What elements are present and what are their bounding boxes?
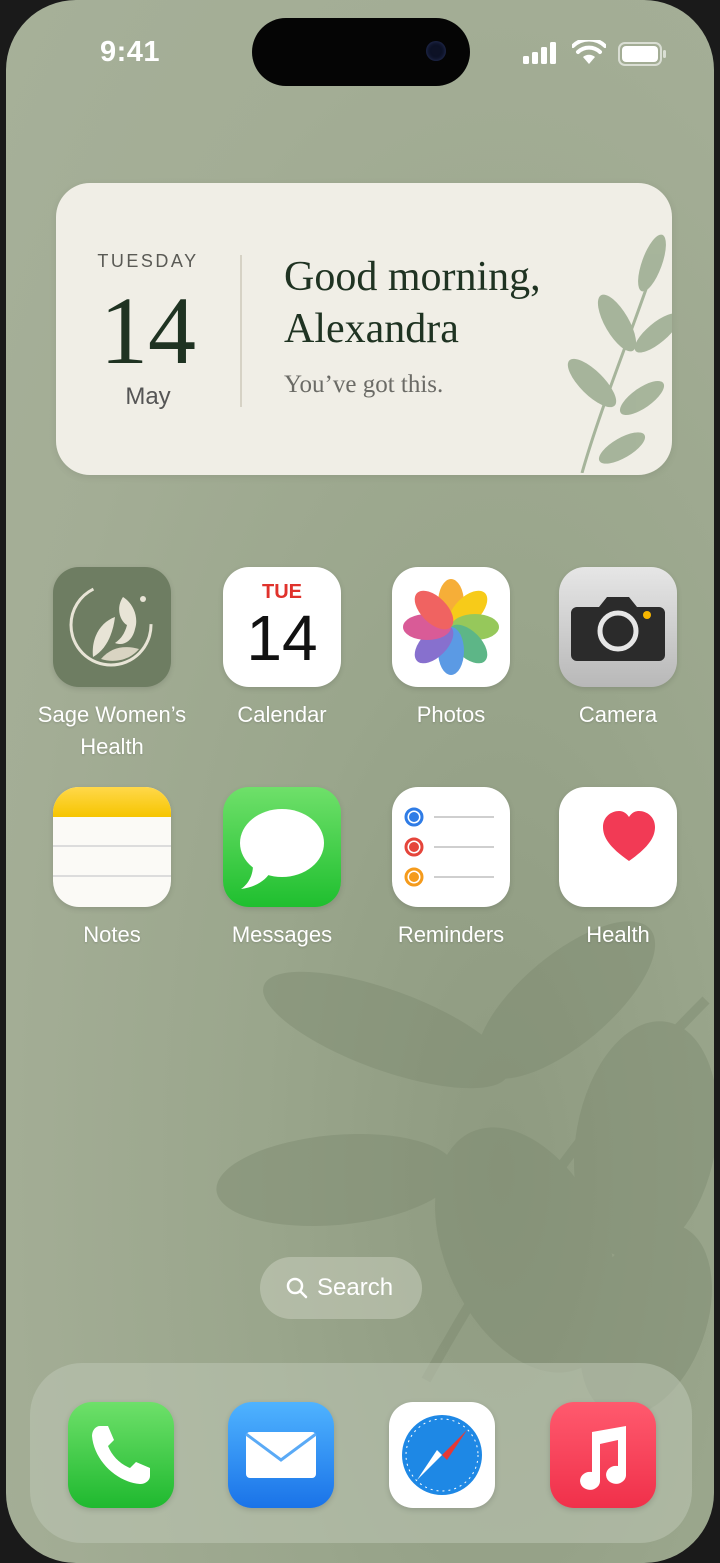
app-calendar[interactable]: TUE 14 Calendar	[202, 567, 362, 731]
widget-subtitle: You’ve got this.	[284, 371, 444, 398]
app-photos[interactable]: Photos	[371, 567, 531, 731]
app-sage-womens-health[interactable]: Sage Women’s Health	[32, 567, 192, 763]
heart-icon	[559, 787, 677, 907]
greeting-widget[interactable]: TUESDAY 14 May Good morning, Alexandra Y…	[56, 183, 672, 475]
dynamic-island	[252, 18, 470, 86]
app-label-line-2: Health	[80, 734, 144, 759]
app-messages[interactable]: Messages	[202, 787, 362, 951]
dock	[30, 1363, 692, 1543]
dock-phone-button[interactable]	[68, 1402, 174, 1508]
notes-icon	[53, 787, 171, 907]
spotlight-search-button[interactable]: Search	[260, 1257, 422, 1319]
app-label: Sage Women’s Health	[32, 699, 192, 763]
status-bar: 9:41	[6, 0, 714, 110]
battery-icon	[618, 42, 666, 66]
cellular-signal-icon	[523, 42, 556, 64]
dock-mail-button[interactable]	[228, 1402, 334, 1508]
widget-weekday: TUESDAY	[97, 251, 199, 271]
calendar-icon: TUE 14	[223, 567, 341, 687]
search-icon	[286, 1277, 308, 1299]
widget-greeting: Good morning, Alexandra	[284, 251, 604, 355]
leaf-decoration-icon	[567, 234, 672, 473]
widget-date: 14	[100, 277, 196, 384]
photos-icon	[392, 567, 510, 687]
app-notes[interactable]: Notes	[32, 787, 192, 951]
app-label: Photos	[416, 702, 486, 727]
app-health[interactable]: Health	[538, 787, 698, 951]
greeting-line-2: Alexandra	[284, 306, 459, 352]
app-label: Reminders	[397, 922, 505, 947]
calendar-icon-day: TUE	[262, 581, 302, 603]
app-label: Notes	[83, 922, 141, 947]
home-screen: 9:41 TUESDAY 14 May Good morning, Alexan…	[6, 0, 714, 1563]
messages-icon	[223, 787, 341, 907]
mail-icon	[245, 1432, 317, 1478]
music-icon	[580, 1426, 627, 1490]
widget-divider	[240, 255, 242, 407]
app-label-line-1: Sage Women’s	[37, 702, 187, 727]
greeting-line-1: Good morning,	[284, 254, 541, 300]
app-label: Health	[586, 922, 650, 947]
reminders-icon	[392, 787, 510, 907]
app-label: Calendar	[237, 702, 327, 727]
camera-icon	[559, 567, 677, 687]
dock-safari-button[interactable]	[389, 1402, 495, 1508]
search-label: Search	[317, 1274, 394, 1301]
sage-logo-icon	[53, 567, 171, 687]
app-label: Messages	[231, 922, 333, 947]
app-reminders[interactable]: Reminders	[371, 787, 531, 951]
calendar-icon-date: 14	[246, 602, 318, 674]
safari-icon	[402, 1415, 482, 1495]
phone-icon	[92, 1426, 150, 1484]
front-camera	[426, 41, 446, 61]
app-label: Camera	[578, 702, 658, 727]
widget-month: May	[125, 383, 171, 410]
status-time: 9:41	[100, 36, 161, 68]
dock-music-button[interactable]	[550, 1402, 656, 1508]
app-camera[interactable]: Camera	[538, 567, 698, 731]
wifi-icon	[572, 40, 606, 64]
